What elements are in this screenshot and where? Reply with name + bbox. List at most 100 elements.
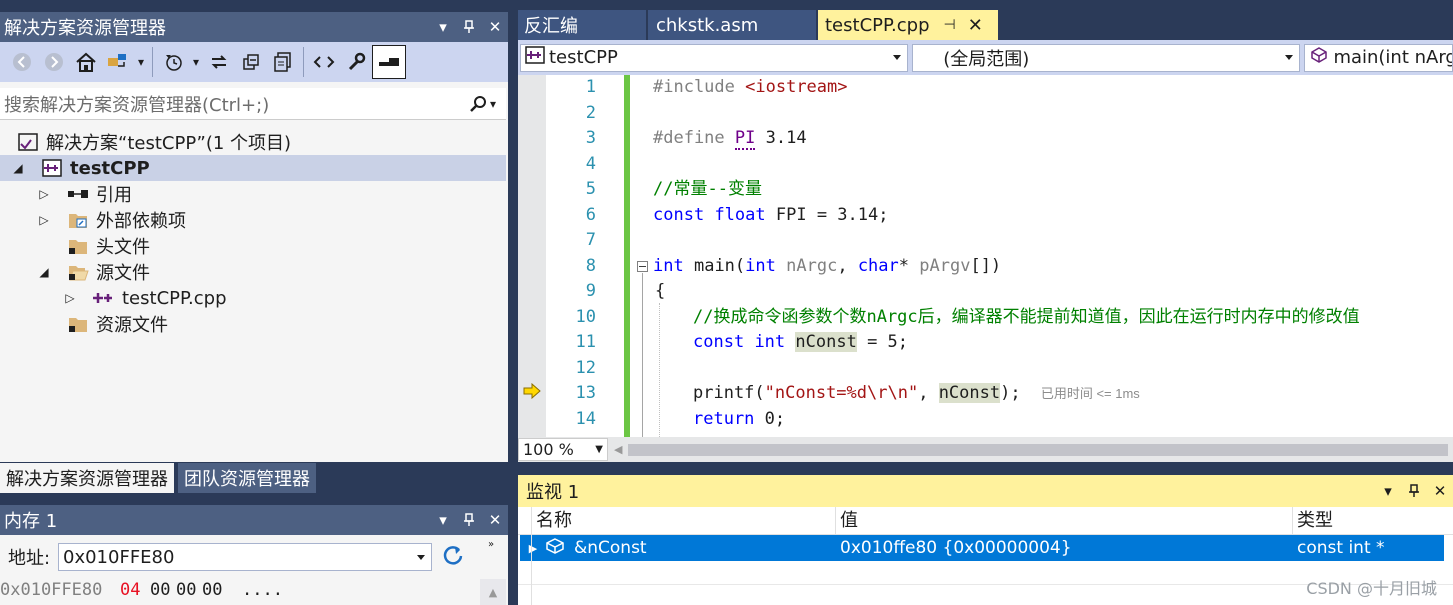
tab-chkstk-asm[interactable]: chkstk.asm (648, 10, 816, 40)
search-icon[interactable] (466, 95, 490, 113)
scroll-left-icon[interactable]: ◀ (614, 443, 622, 456)
include-path: <iostream> (745, 77, 848, 97)
address-input[interactable]: 0x010FFE80 (59, 547, 411, 568)
reevaluate-icon[interactable] (442, 544, 464, 571)
project-node[interactable]: ◢ testCPP (0, 155, 506, 181)
column-header-name[interactable]: 名称 (518, 506, 836, 535)
variable-cube-icon (546, 537, 574, 559)
chevron-down-icon[interactable] (1285, 55, 1294, 60)
cpp-project-icon (40, 157, 64, 179)
pending-changes-filter-icon[interactable] (157, 46, 189, 78)
column-header-value[interactable]: 值 (836, 506, 1293, 535)
switch-views-dropdown-icon[interactable]: ▾ (134, 46, 148, 78)
forward-icon[interactable] (38, 46, 70, 78)
chevron-down-icon[interactable] (417, 554, 425, 560)
search-options-dropdown-icon[interactable]: ▾ (490, 97, 506, 111)
dropdown-icon[interactable]: ▾ (430, 14, 456, 40)
line-number: 13 (575, 383, 596, 403)
highlighted-variable: nConst (938, 383, 1001, 403)
tree-item-testcpp-cpp[interactable]: ▷ testCPP.cpp (0, 285, 506, 311)
collapse-arrow-icon[interactable]: ◢ (36, 265, 52, 279)
expand-arrow-icon[interactable]: ▷ (62, 291, 78, 305)
close-icon[interactable]: ✕ (1427, 478, 1453, 504)
memory-scrollbar[interactable]: ▲ (480, 579, 506, 605)
editor-bottom-bar: 100 % ▼ ◀ (518, 437, 1453, 462)
code-line: int main(int nArgc, char* pArgv[]) (653, 254, 1001, 280)
horizontal-scrollbar-thumb[interactable] (628, 443, 1449, 456)
watch-row-value[interactable]: 0x010ffe80 {0x00000004} (836, 538, 1293, 558)
tree-item-external-deps[interactable]: ▷ 外部依赖项 (0, 207, 506, 233)
code-editor[interactable]: 1 2 3 4 5 6 7 8 9 10 11 12 13 14 #includ… (518, 75, 1453, 437)
tree-item-references[interactable]: ▷ 引用 (0, 181, 506, 207)
watch-row-name: &nConst (574, 538, 647, 558)
solution-search-box[interactable]: 搜索解决方案资源管理器(Ctrl+;) ▾ (0, 88, 506, 120)
tab-team-explorer[interactable]: 团队资源管理器 (178, 463, 316, 493)
scope-dropdown[interactable]: (全局范围) (912, 43, 1301, 72)
line-number: 10 (575, 306, 596, 327)
tab-disassembly[interactable]: 反汇编 (518, 10, 646, 40)
punctuation: []) (970, 255, 1002, 276)
show-all-files-icon[interactable] (267, 46, 299, 78)
member-dropdown[interactable]: main(int nArg (1304, 43, 1453, 72)
tree-item-resource-files[interactable]: 资源文件 (0, 311, 506, 337)
column-header-type[interactable]: 类型 (1293, 507, 1333, 535)
solution-explorer-title: 解决方案资源管理器 (4, 18, 166, 39)
filter-dropdown-icon[interactable]: ▾ (189, 46, 203, 78)
tab-label: testCPP.cpp (825, 14, 930, 36)
member-dropdown-value: main(int nArg (1333, 47, 1453, 68)
pin-icon[interactable] (456, 507, 482, 533)
editor-tab-strip: 反汇编 chkstk.asm testCPP.cpp ⊣ ✕ (518, 10, 1453, 40)
zoom-dropdown[interactable]: 100 % ▼ (518, 438, 608, 461)
tab-solution-explorer[interactable]: 解决方案资源管理器 (0, 463, 174, 493)
collapse-outline-icon[interactable] (637, 261, 648, 272)
pin-icon[interactable] (1401, 478, 1427, 504)
comment: //常量--变量 (653, 179, 762, 199)
tree-item-header-files[interactable]: 头文件 (0, 233, 506, 259)
project-dropdown[interactable]: testCPP (520, 43, 909, 72)
code-line: return 0; (693, 407, 785, 433)
close-icon[interactable]: ✕ (482, 507, 508, 533)
properties-wrench-icon[interactable] (340, 46, 372, 78)
memory-byte: 04 (120, 580, 141, 600)
project-label: testCPP (70, 157, 150, 179)
solution-search-input[interactable]: 搜索解决方案资源管理器(Ctrl+;) (0, 91, 466, 117)
memory-ascii: .... (242, 580, 283, 600)
memory-panel: 内存 1 ▾ ✕ 地址: 0x010FFE80 » 0x010FFE80 04 … (0, 505, 508, 605)
preview-selected-icon[interactable] (372, 45, 406, 79)
tab-testcpp-cpp[interactable]: testCPP.cpp ⊣ ✕ (818, 10, 998, 40)
line-number: 3 (585, 128, 596, 148)
close-icon[interactable]: ✕ (482, 14, 508, 40)
home-icon[interactable] (70, 46, 102, 78)
preprocessor-directive: #define (653, 128, 725, 148)
line-number: 7 (585, 230, 596, 250)
back-icon[interactable] (6, 46, 38, 78)
pin-icon[interactable] (456, 14, 482, 40)
tree-item-label: 资源文件 (96, 315, 168, 336)
chevron-down-icon[interactable] (893, 55, 902, 60)
memory-overflow-chevron[interactable]: » (488, 539, 494, 550)
pin-tab-icon[interactable]: ⊣ (944, 17, 956, 33)
code-text: #include <iostream> #define PI 3.14 //常量… (653, 75, 1453, 437)
view-code-icon[interactable] (308, 46, 340, 78)
code-line: //常量--变量 (653, 177, 762, 203)
watch-title: 监视 1 (526, 482, 580, 503)
collapse-all-icon[interactable] (235, 46, 267, 78)
memory-byte: 00 (176, 580, 197, 600)
collapse-arrow-icon[interactable]: ◢ (10, 161, 26, 175)
tree-item-source-files[interactable]: ◢ 源文件 (0, 259, 506, 285)
sync-icon[interactable] (203, 46, 235, 78)
expand-arrow-icon[interactable]: ▷ (36, 187, 52, 201)
address-combobox[interactable]: 0x010FFE80 (58, 543, 432, 571)
expand-arrow-icon[interactable]: ▷ (36, 213, 52, 227)
keyword: int (754, 332, 786, 352)
line-number: 2 (585, 102, 596, 123)
solution-node[interactable]: 解决方案“testCPP”(1 个项目) (0, 129, 506, 155)
close-tab-icon[interactable]: ✕ (968, 15, 983, 36)
switch-views-icon[interactable] (102, 46, 134, 78)
watch-row[interactable]: ▶ &nConst 0x010ffe80 {0x00000004} const … (520, 535, 1444, 561)
cpp-project-icon (521, 46, 549, 69)
open-folder-icon (66, 261, 90, 283)
chevron-down-icon[interactable]: ▼ (595, 444, 607, 455)
dropdown-icon[interactable]: ▾ (430, 507, 456, 533)
dropdown-icon[interactable]: ▾ (1375, 478, 1401, 504)
